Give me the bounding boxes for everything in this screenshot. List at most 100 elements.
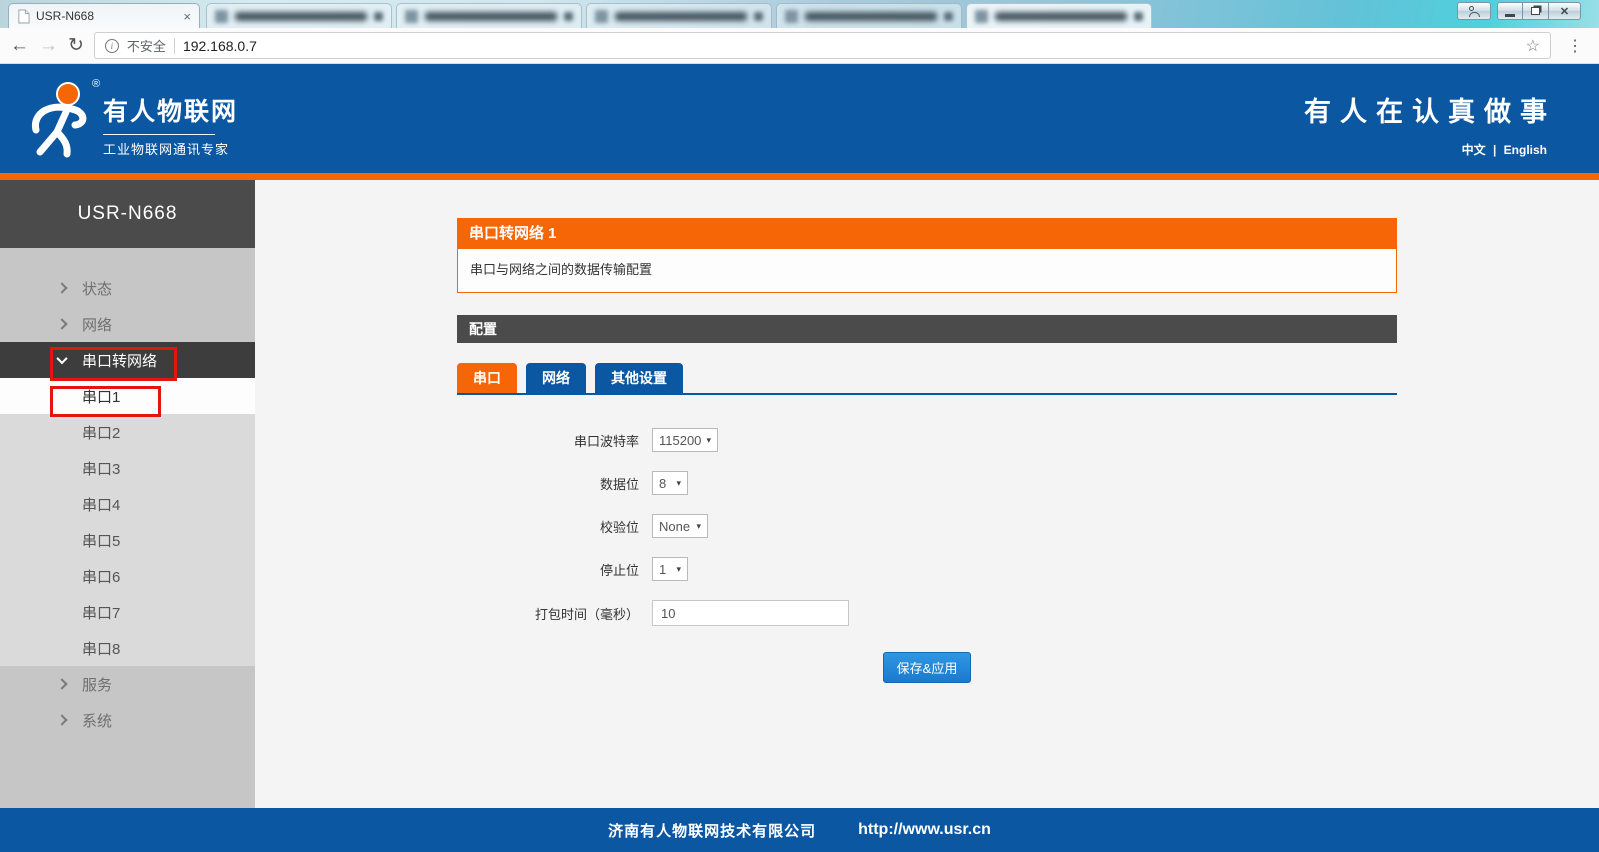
select-value: 115200 bbox=[659, 433, 701, 448]
forward-button[interactable]: → bbox=[39, 36, 58, 55]
reload-button[interactable]: ↻ bbox=[68, 36, 84, 55]
sidebar-item-serial4[interactable]: 串口4 bbox=[0, 486, 255, 522]
favicon-blur bbox=[785, 10, 798, 23]
sidebar-item-serial7[interactable]: 串口7 bbox=[0, 594, 255, 630]
bookmark-star-icon[interactable]: ☆ bbox=[1526, 36, 1540, 56]
close-window-button[interactable]: ✕ bbox=[1549, 2, 1581, 20]
sidebar-item-label: 状态 bbox=[82, 278, 112, 299]
baud-rate-select[interactable]: 115200 ▾ bbox=[652, 428, 718, 452]
caret-down-icon: ▾ bbox=[696, 521, 701, 532]
sidebar-item-serial8[interactable]: 串口8 bbox=[0, 630, 255, 666]
browser-window: USR-N668 × ✕ ← → ↻ i 不安全 192.168.0.7 bbox=[0, 0, 1599, 852]
tab-network[interactable]: 网络 bbox=[526, 363, 586, 393]
tab-close-blur bbox=[564, 12, 573, 21]
sidebar-item-label: 服务 bbox=[82, 674, 112, 695]
sidebar-item-label: 串口8 bbox=[82, 638, 120, 659]
select-value: 1 bbox=[659, 562, 666, 577]
blurred-tab[interactable] bbox=[206, 3, 392, 28]
sidebar-item-network[interactable]: 网络 bbox=[0, 306, 255, 342]
caret-down-icon: ▾ bbox=[676, 478, 681, 489]
lang-divider: | bbox=[1493, 143, 1496, 157]
language-switch: 中文 | English bbox=[1304, 141, 1547, 158]
select-value: None bbox=[659, 519, 690, 534]
tab-close-blur bbox=[754, 12, 763, 21]
sidebar-item-system[interactable]: 系统 bbox=[0, 702, 255, 738]
browser-tab-active[interactable]: USR-N668 × bbox=[8, 3, 200, 28]
brand-block: 有人物联网 工业物联网通讯专家 bbox=[103, 92, 238, 158]
sidebar-item-serial5[interactable]: 串口5 bbox=[0, 522, 255, 558]
close-icon: ✕ bbox=[1560, 5, 1569, 18]
tab-close-icon[interactable]: × bbox=[183, 10, 191, 23]
page-title: 串口转网络 1 bbox=[457, 218, 1397, 249]
person-icon-body bbox=[1469, 12, 1480, 17]
sidebar-menu: 状态 网络 串口转网络 串口1 串口2 串口3 串口4 串口5 串口6 bbox=[0, 248, 255, 808]
stop-bits-select[interactable]: 1 ▾ bbox=[652, 557, 688, 581]
minimize-icon bbox=[1505, 14, 1515, 17]
pack-time-input[interactable] bbox=[652, 600, 849, 626]
favicon-blur bbox=[405, 10, 418, 23]
form-row: 串口波特率 115200 ▾ bbox=[457, 428, 1397, 452]
brand-title: 有人物联网 bbox=[103, 92, 238, 128]
sidebar-item-services[interactable]: 服务 bbox=[0, 666, 255, 702]
blurred-tab[interactable] bbox=[586, 3, 772, 28]
address-bar[interactable]: i 不安全 192.168.0.7 ☆ bbox=[94, 32, 1551, 59]
tab-serial[interactable]: 串口 bbox=[457, 363, 517, 393]
browser-toolbar: ← → ↻ i 不安全 192.168.0.7 ☆ ⋮ bbox=[0, 28, 1599, 64]
sidebar-item-serial3[interactable]: 串口3 bbox=[0, 450, 255, 486]
config-tabs: 串口 网络 其他设置 bbox=[457, 363, 1397, 395]
info-icon[interactable]: i bbox=[105, 39, 119, 53]
lang-zh-link[interactable]: 中文 bbox=[1462, 143, 1486, 157]
serial-settings-form: 串口波特率 115200 ▾ 数据位 8 ▾ 校 bbox=[457, 428, 1397, 683]
sidebar-item-serial2[interactable]: 串口2 bbox=[0, 414, 255, 450]
annotation-box-serial-to-network bbox=[50, 347, 177, 381]
form-row: 数据位 8 ▾ bbox=[457, 471, 1397, 495]
sidebar: USR-N668 状态 网络 串口转网络 串口1 串口2 串口3 bbox=[0, 180, 255, 808]
maximize-icon bbox=[1531, 7, 1540, 15]
header-accent-strip bbox=[0, 173, 1599, 180]
select-value: 8 bbox=[659, 476, 666, 491]
page-description: 串口与网络之间的数据传输配置 bbox=[457, 249, 1397, 293]
website-link[interactable]: http://www.usr.cn bbox=[858, 821, 991, 839]
sidebar-submenu: 串口1 串口2 串口3 串口4 串口5 串口6 串口7 串口8 bbox=[0, 378, 255, 666]
form-row: 停止位 1 ▾ bbox=[457, 557, 1397, 581]
tab-close-blur bbox=[1134, 12, 1143, 21]
address-divider bbox=[174, 38, 175, 54]
baud-rate-label: 串口波特率 bbox=[457, 431, 652, 450]
tab-close-blur bbox=[944, 12, 953, 21]
save-apply-button[interactable]: 保存&应用 bbox=[883, 652, 972, 683]
minimize-button[interactable] bbox=[1497, 2, 1523, 20]
blurred-tab[interactable] bbox=[776, 3, 962, 28]
annotation-box-serial1 bbox=[50, 386, 161, 417]
parity-select[interactable]: None ▾ bbox=[652, 514, 708, 538]
tab-title-blur bbox=[235, 12, 367, 21]
url-text[interactable]: 192.168.0.7 bbox=[183, 38, 1518, 54]
data-bits-select[interactable]: 8 ▾ bbox=[652, 471, 688, 495]
section-title: 配置 bbox=[457, 315, 1397, 343]
main-content: 串口转网络 1 串口与网络之间的数据传输配置 配置 串口 网络 其他设置 串口波… bbox=[255, 180, 1599, 808]
profile-button[interactable] bbox=[1457, 2, 1491, 20]
browser-tabstrip: USR-N668 × ✕ bbox=[0, 0, 1599, 28]
company-name: 济南有人物联网技术有限公司 bbox=[608, 820, 816, 841]
tab-title-blur bbox=[425, 12, 557, 21]
lang-en-link[interactable]: English bbox=[1504, 143, 1547, 157]
caret-down-icon: ▾ bbox=[676, 564, 681, 575]
tab-title: USR-N668 bbox=[36, 9, 177, 23]
pack-time-label: 打包时间（毫秒） bbox=[457, 604, 652, 623]
brand-subtitle: 工业物联网通讯专家 bbox=[103, 139, 238, 158]
back-button[interactable]: ← bbox=[10, 36, 29, 55]
blurred-tab[interactable] bbox=[396, 3, 582, 28]
security-label: 不安全 bbox=[127, 36, 166, 55]
blurred-tab[interactable] bbox=[966, 3, 1152, 28]
maximize-button[interactable] bbox=[1523, 2, 1549, 20]
browser-menu-icon[interactable]: ⋮ bbox=[1561, 36, 1589, 56]
tab-title-blur bbox=[805, 12, 937, 21]
chevron-right-icon bbox=[56, 282, 67, 293]
sidebar-item-label: 串口5 bbox=[82, 530, 120, 551]
sidebar-item-label: 系统 bbox=[82, 710, 112, 731]
sidebar-item-serial6[interactable]: 串口6 bbox=[0, 558, 255, 594]
sidebar-item-status[interactable]: 状态 bbox=[0, 270, 255, 306]
sidebar-item-label: 串口7 bbox=[82, 602, 120, 623]
tab-other-settings[interactable]: 其他设置 bbox=[595, 363, 683, 393]
tab-title-blur bbox=[995, 12, 1127, 21]
chevron-right-icon bbox=[56, 714, 67, 725]
